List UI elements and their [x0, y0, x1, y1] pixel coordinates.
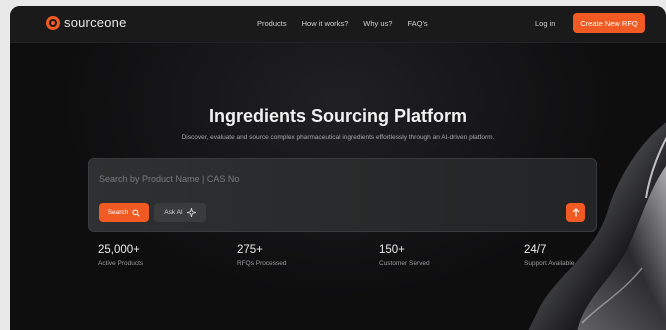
- stat-value: 24/7: [524, 244, 547, 256]
- submit-button[interactable]: [566, 203, 585, 222]
- search-input[interactable]: [99, 171, 579, 187]
- stat-label: Active Products: [98, 260, 144, 267]
- search-panel: Search Ask AI: [88, 158, 597, 232]
- create-rfq-button[interactable]: Create New RFQ: [573, 13, 645, 33]
- stat-rfqs-processed: 275+ RFQs Processed: [237, 244, 287, 267]
- page-title: Ingredients Sourcing Platform: [208, 106, 468, 126]
- sparkle-icon: [186, 208, 196, 217]
- nav-link-why-us[interactable]: Why us?: [363, 19, 392, 28]
- stat-support-available: 24/7 Support Available: [524, 244, 574, 267]
- stat-customer-served: 150+ Customer Served: [379, 244, 430, 267]
- stat-value: 25,000+: [98, 244, 140, 256]
- top-navbar: sourceone Products How it works? Why us?…: [10, 6, 666, 43]
- search-icon: [132, 208, 140, 217]
- ask-ai-label: Ask AI: [164, 209, 183, 216]
- nav-menu: Products How it works? Why us? FAQ's: [257, 19, 428, 28]
- logo-icon: [46, 15, 60, 30]
- nav-link-products[interactable]: Products: [257, 19, 287, 28]
- login-link[interactable]: Log in: [535, 19, 555, 28]
- search-button-label: Search: [107, 209, 129, 216]
- brand-logo[interactable]: sourceone: [46, 15, 127, 30]
- nav-link-how-it-works[interactable]: How it works?: [302, 19, 349, 28]
- arrow-up-icon: [572, 208, 579, 217]
- stat-label: Customer Served: [379, 260, 430, 267]
- stat-label: Support Available: [524, 260, 575, 267]
- page-subtitle: Discover, evaluate and source complex ph…: [181, 134, 495, 141]
- app-window: sourceone Products How it works? Why us?…: [10, 6, 666, 330]
- stat-value: 275+: [237, 244, 263, 256]
- nav-link-faqs[interactable]: FAQ's: [407, 19, 427, 28]
- ask-ai-button[interactable]: Ask AI: [154, 203, 206, 222]
- stat-value: 150+: [379, 244, 405, 256]
- stat-label: RFQs Processed: [237, 260, 287, 267]
- stat-active-products: 25,000+ Active Products: [98, 244, 143, 267]
- search-button[interactable]: Search: [99, 203, 149, 222]
- brand-name: sourceone: [64, 15, 127, 30]
